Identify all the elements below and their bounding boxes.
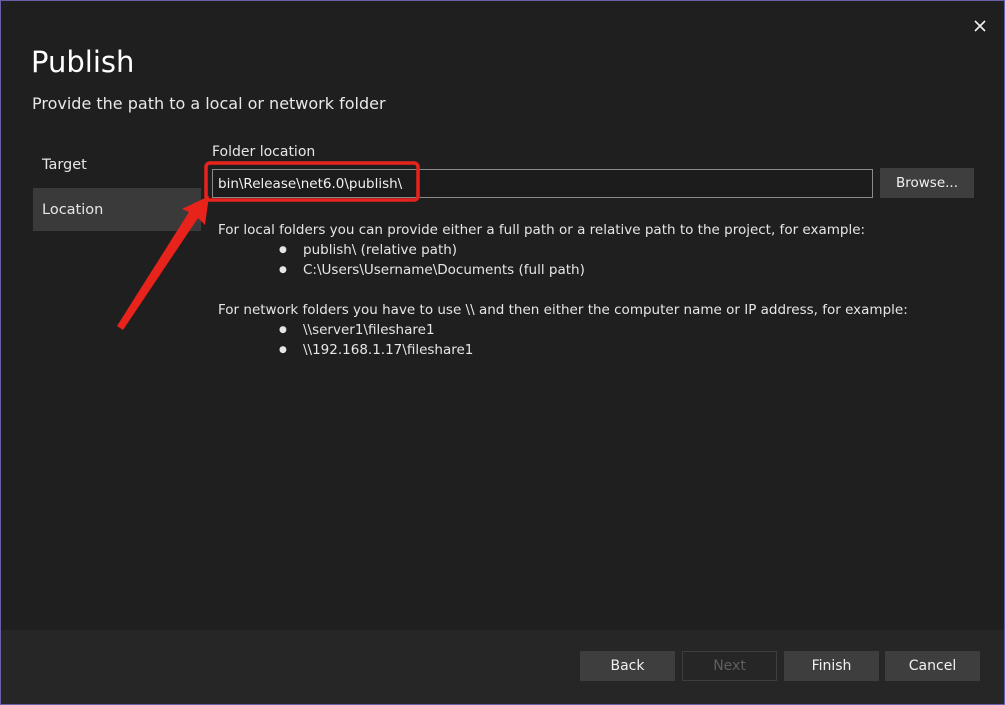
nav-item-label: Location [42, 201, 104, 218]
list-item: publish\ (relative path) [279, 240, 978, 260]
dialog-title: Publish [31, 45, 135, 79]
close-icon [974, 20, 986, 32]
finish-button-label: Finish [811, 658, 852, 674]
next-button[interactable]: Next [682, 651, 777, 681]
nav-item-location[interactable]: Location [33, 188, 201, 231]
publish-dialog: Publish Provide the path to a local or n… [0, 0, 1005, 705]
folder-location-input[interactable] [212, 169, 873, 198]
help-text: For local folders you can provide either… [218, 220, 978, 360]
local-folders-intro: For local folders you can provide either… [218, 222, 866, 238]
dialog-subtitle: Provide the path to a local or network f… [32, 94, 386, 113]
browse-button-label: Browse... [895, 175, 959, 191]
list-item: \\server1\fileshare1 [279, 320, 978, 340]
cancel-button-label: Cancel [908, 658, 957, 674]
folder-location-label: Folder location [212, 144, 316, 160]
close-button[interactable] [967, 13, 993, 39]
cancel-button[interactable]: Cancel [885, 651, 980, 681]
list-item: C:\Users\Username\Documents (full path) [279, 260, 978, 280]
next-button-label: Next [713, 658, 746, 674]
nav-item-target[interactable]: Target [33, 143, 201, 186]
browse-button[interactable]: Browse... [880, 168, 974, 198]
list-item: \\192.168.1.17\fileshare1 [279, 340, 978, 360]
back-button-label: Back [610, 658, 645, 674]
network-examples-list: \\server1\fileshare1 \\192.168.1.17\file… [218, 320, 978, 360]
network-folders-intro: For network folders you have to use \\ a… [218, 302, 908, 318]
finish-button[interactable]: Finish [784, 651, 879, 681]
nav-item-label: Target [42, 156, 87, 173]
back-button[interactable]: Back [580, 651, 675, 681]
local-examples-list: publish\ (relative path) C:\Users\Userna… [218, 240, 978, 280]
